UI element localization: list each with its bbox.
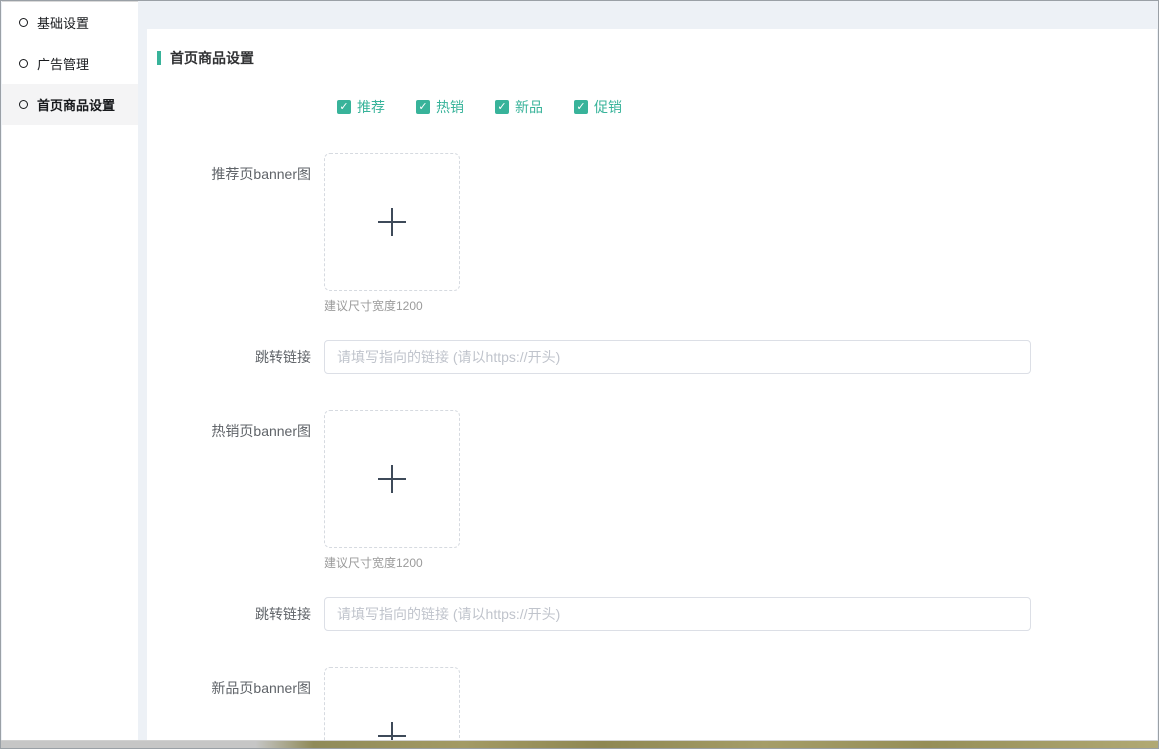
recommend-link-input[interactable]: [324, 340, 1031, 374]
checkbox-hot-sale[interactable]: 热销: [416, 97, 464, 117]
form-row-recommend-link: 跳转链接: [147, 340, 1157, 374]
checkbox-label: 促销: [594, 97, 622, 117]
form-label: 推荐页banner图: [147, 153, 324, 314]
new-product-banner-upload-button[interactable]: [324, 667, 460, 747]
form-row-hot-sale-link: 跳转链接: [147, 597, 1157, 631]
sidebar-item-basic-settings[interactable]: 基础设置: [2, 2, 138, 43]
form-label: 新品页banner图: [147, 667, 324, 747]
form-row-recommend-banner: 推荐页banner图 建议尺寸宽度1200: [147, 153, 1157, 314]
plus-icon: [378, 465, 406, 493]
hot-sale-link-input[interactable]: [324, 597, 1031, 631]
checkbox-label: 热销: [436, 97, 464, 117]
form-row-new-product-banner: 新品页banner图: [147, 667, 1157, 747]
checkbox-checked-icon[interactable]: [337, 100, 351, 114]
form-label: 跳转链接: [147, 604, 324, 624]
checkbox-recommend[interactable]: 推荐: [337, 97, 385, 117]
checkbox-label: 推荐: [357, 97, 385, 117]
checkbox-checked-icon[interactable]: [495, 100, 509, 114]
radio-circle-icon: [19, 59, 28, 68]
page-title-row: 首页商品设置: [157, 48, 1157, 68]
form-row-hot-sale-banner: 热销页banner图 建议尺寸宽度1200: [147, 410, 1157, 571]
radio-circle-icon: [19, 18, 28, 27]
checkbox-label: 新品: [515, 97, 543, 117]
hot-sale-banner-upload-button[interactable]: [324, 410, 460, 548]
app-window: 基础设置 广告管理 首页商品设置 首页商品设置 推荐 热销: [0, 0, 1159, 749]
background-image-sliver: [1, 740, 1158, 748]
plus-icon: [378, 208, 406, 236]
settings-sidebar: 基础设置 广告管理 首页商品设置: [2, 1, 138, 748]
checkbox-checked-icon[interactable]: [574, 100, 588, 114]
radio-circle-icon: [19, 100, 28, 109]
sidebar-item-label: 首页商品设置: [37, 95, 115, 114]
upload-wrap: [324, 667, 460, 747]
page-title: 首页商品设置: [170, 48, 254, 68]
upload-size-hint: 建议尺寸宽度1200: [324, 554, 460, 571]
checkbox-checked-icon[interactable]: [416, 100, 430, 114]
recommend-banner-upload-button[interactable]: [324, 153, 460, 291]
upload-size-hint: 建议尺寸宽度1200: [324, 297, 460, 314]
title-accent-bar: [157, 51, 161, 65]
sidebar-item-label: 广告管理: [37, 54, 89, 73]
sidebar-item-label: 基础设置: [37, 13, 89, 32]
form-label: 热销页banner图: [147, 410, 324, 571]
checkbox-new-product[interactable]: 新品: [495, 97, 543, 117]
tab-checkbox-row: 推荐 热销 新品 促销: [337, 97, 1157, 117]
upload-wrap: 建议尺寸宽度1200: [324, 410, 460, 571]
upload-wrap: 建议尺寸宽度1200: [324, 153, 460, 314]
sidebar-item-home-product-settings[interactable]: 首页商品设置: [2, 84, 138, 125]
form-label: 跳转链接: [147, 347, 324, 367]
content-panel: 首页商品设置 推荐 热销 新品 促销 推荐页banner图: [147, 29, 1157, 747]
checkbox-promotion[interactable]: 促销: [574, 97, 622, 117]
sidebar-item-ad-management[interactable]: 广告管理: [2, 43, 138, 84]
